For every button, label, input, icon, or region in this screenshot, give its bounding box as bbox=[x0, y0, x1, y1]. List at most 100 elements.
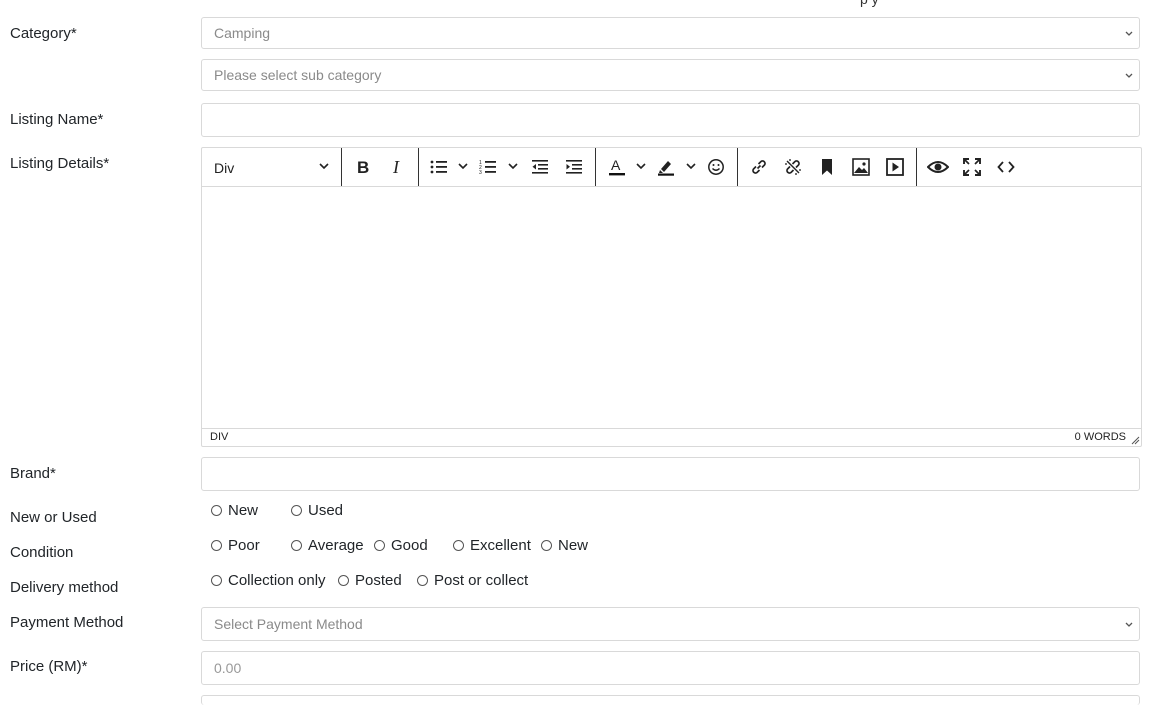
radio-label: New bbox=[228, 502, 259, 519]
italic-button[interactable]: I bbox=[386, 148, 408, 186]
outdent-button[interactable] bbox=[529, 148, 551, 186]
brand-label: Brand* bbox=[10, 465, 56, 482]
next-field-partial[interactable] bbox=[201, 695, 1140, 705]
radio-posted[interactable]: Posted bbox=[338, 572, 402, 589]
radio-circle[interactable] bbox=[541, 540, 552, 551]
editor-toolbar: Div B I 1 2 3 A bbox=[202, 148, 1141, 187]
word-count[interactable]: 0 WORDS bbox=[1075, 431, 1126, 443]
bullet-list-button[interactable] bbox=[428, 148, 450, 186]
chevron-down-icon bbox=[1125, 73, 1133, 78]
bold-icon: B bbox=[357, 159, 369, 175]
radio-condition-new[interactable]: New bbox=[541, 537, 588, 554]
emoji-button[interactable] bbox=[705, 148, 727, 186]
chevron-down-icon bbox=[636, 163, 646, 170]
element-path[interactable]: DIV bbox=[210, 431, 228, 443]
indent-icon bbox=[566, 160, 582, 174]
radio-circle[interactable] bbox=[211, 575, 222, 586]
numbered-list-dropdown[interactable] bbox=[506, 148, 520, 186]
brand-input[interactable] bbox=[201, 457, 1140, 491]
radio-poor[interactable]: Poor bbox=[211, 537, 260, 554]
indent-button[interactable] bbox=[563, 148, 585, 186]
radio-good[interactable]: Good bbox=[374, 537, 428, 554]
numbered-list-button[interactable]: 1 2 3 bbox=[477, 148, 499, 186]
price-label: Price (RM)* bbox=[10, 658, 88, 675]
radio-excellent[interactable]: Excellent bbox=[453, 537, 531, 554]
bold-button[interactable]: B bbox=[352, 148, 374, 186]
chevron-down-icon bbox=[1125, 622, 1133, 627]
payment-method-label: Payment Method bbox=[10, 614, 124, 631]
radio-post-or-collect[interactable]: Post or collect bbox=[417, 572, 528, 589]
radio-label: Poor bbox=[228, 537, 260, 554]
italic-icon: I bbox=[392, 159, 400, 175]
fullscreen-icon bbox=[963, 158, 981, 176]
link-button[interactable] bbox=[748, 148, 770, 186]
text-color-icon: A bbox=[609, 158, 625, 176]
radio-average[interactable]: Average bbox=[291, 537, 364, 554]
fullscreen-button[interactable] bbox=[961, 148, 983, 186]
text-color-dropdown[interactable] bbox=[634, 148, 648, 186]
bookmark-button[interactable] bbox=[816, 148, 838, 186]
resize-handle-icon[interactable] bbox=[1130, 435, 1140, 445]
payment-method-select[interactable]: Select Payment Method bbox=[201, 607, 1140, 641]
image-icon bbox=[852, 158, 870, 176]
radio-label: Excellent bbox=[470, 537, 531, 554]
radio-circle[interactable] bbox=[291, 505, 302, 516]
toolbar-divider bbox=[737, 148, 738, 186]
editor-statusbar: DIV 0 WORDS bbox=[202, 428, 1141, 446]
text-color-button[interactable]: A bbox=[606, 148, 628, 186]
radio-circle[interactable] bbox=[417, 575, 428, 586]
svg-text:A: A bbox=[611, 158, 621, 173]
radio-new[interactable]: New bbox=[211, 502, 258, 519]
preview-icon bbox=[927, 161, 949, 173]
radio-circle[interactable] bbox=[453, 540, 464, 551]
svg-text:3: 3 bbox=[479, 170, 482, 175]
outdent-icon bbox=[532, 160, 548, 174]
numbered-list-icon: 1 2 3 bbox=[479, 160, 496, 175]
radio-circle[interactable] bbox=[211, 540, 222, 551]
listing-name-input[interactable] bbox=[201, 103, 1140, 137]
category-select[interactable]: Camping bbox=[201, 17, 1140, 49]
chevron-down-icon bbox=[1125, 31, 1133, 36]
media-icon bbox=[886, 158, 904, 176]
code-icon bbox=[997, 161, 1015, 173]
new-or-used-label: New or Used bbox=[10, 509, 97, 526]
toolbar-divider bbox=[341, 148, 342, 186]
radio-circle[interactable] bbox=[211, 505, 222, 516]
bullet-list-icon bbox=[430, 160, 447, 174]
payment-method-placeholder: Select Payment Method bbox=[214, 616, 363, 632]
listing-details-label: Listing Details* bbox=[10, 155, 110, 172]
toolbar-divider bbox=[595, 148, 596, 186]
radio-label: Posted bbox=[355, 572, 402, 589]
radio-used[interactable]: Used bbox=[291, 502, 343, 519]
sub-category-select[interactable]: Please select sub category bbox=[201, 59, 1140, 91]
image-button[interactable] bbox=[850, 148, 872, 186]
svg-text:I: I bbox=[392, 159, 400, 175]
unlink-icon bbox=[785, 159, 801, 175]
highlight-button[interactable] bbox=[655, 148, 677, 186]
radio-circle[interactable] bbox=[374, 540, 385, 551]
chevron-down-icon bbox=[686, 163, 696, 170]
source-code-button[interactable] bbox=[995, 148, 1017, 186]
radio-label: Good bbox=[391, 537, 428, 554]
listing-name-label: Listing Name* bbox=[10, 111, 104, 128]
emoji-icon bbox=[708, 159, 724, 175]
radio-label: Used bbox=[308, 502, 344, 519]
preview-button[interactable] bbox=[926, 148, 950, 186]
rich-text-editor[interactable]: Div B I 1 2 3 A DIV 0 WORDS bbox=[201, 147, 1142, 447]
category-label: Category* bbox=[10, 25, 77, 42]
radio-label: Collection only bbox=[228, 572, 326, 589]
bullet-list-dropdown[interactable] bbox=[456, 148, 470, 186]
media-button[interactable] bbox=[884, 148, 906, 186]
radio-label: Average bbox=[308, 537, 364, 554]
radio-label: Post or collect bbox=[434, 572, 529, 589]
bookmark-icon bbox=[822, 159, 832, 175]
condition-label: Condition bbox=[10, 544, 74, 561]
svg-text:B: B bbox=[357, 159, 369, 175]
radio-collection-only[interactable]: Collection only bbox=[211, 572, 326, 589]
radio-circle[interactable] bbox=[291, 540, 302, 551]
price-input[interactable]: 0.00 bbox=[201, 651, 1140, 685]
radio-circle[interactable] bbox=[338, 575, 349, 586]
block-format-select[interactable]: Div bbox=[202, 148, 341, 186]
highlight-dropdown[interactable] bbox=[684, 148, 698, 186]
unlink-button[interactable] bbox=[782, 148, 804, 186]
